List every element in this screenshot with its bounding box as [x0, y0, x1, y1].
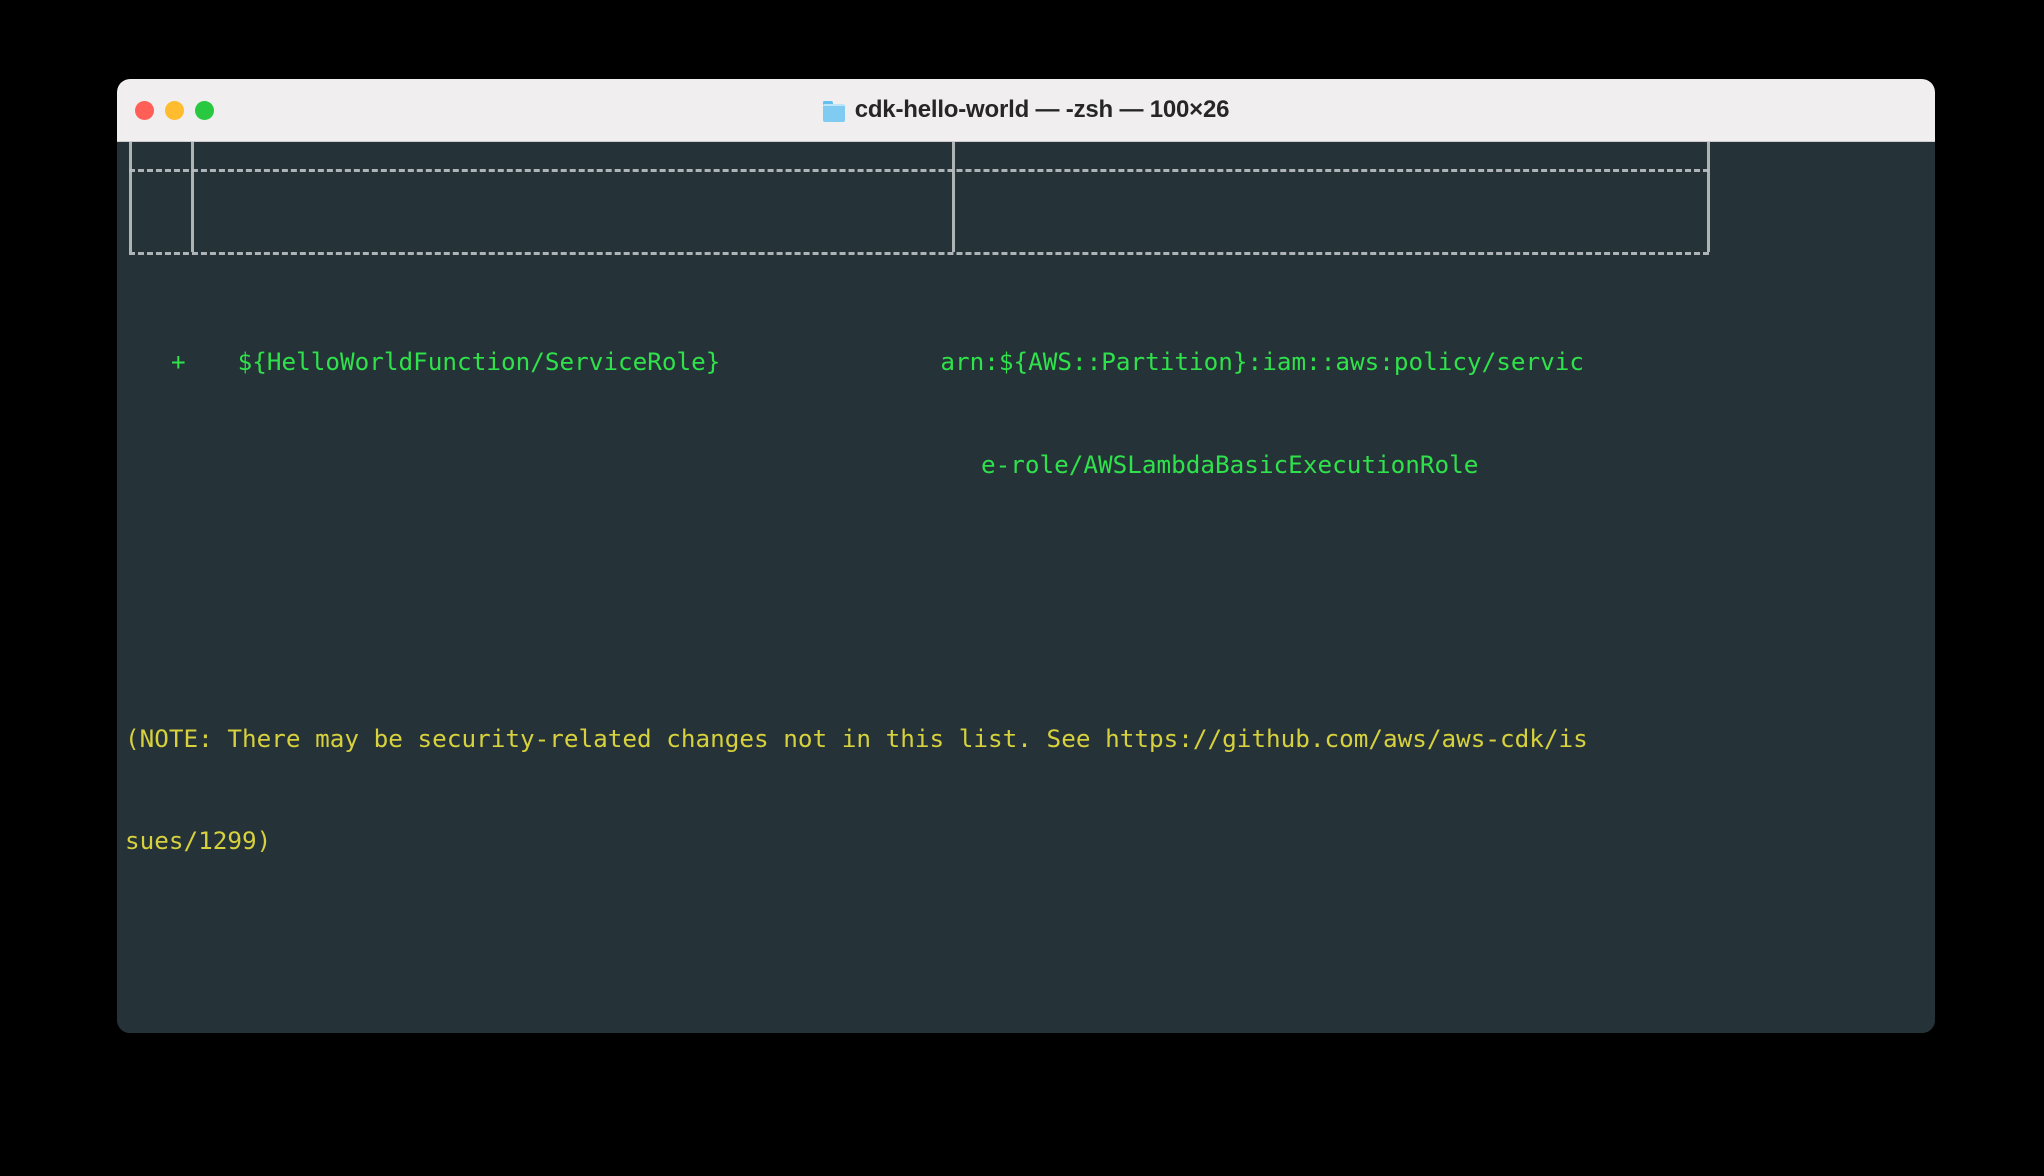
diff-resource-name: ${HelloWorldFunction/ServiceRole} [237, 347, 721, 377]
window-title-text: cdk-hello-world — -zsh — 100×26 [854, 96, 1230, 123]
terminal-line-blank-2 [125, 551, 1935, 585]
folder-icon [822, 100, 846, 122]
terminal-output: + ${HelloWorldFunction/ServiceRole} arn:${… [125, 142, 1935, 1033]
zoom-button[interactable] [195, 100, 214, 120]
window-controls[interactable] [135, 79, 214, 141]
title-bar[interactable]: cdk-hello-world — -zsh — 100×26 [117, 79, 1935, 142]
note-text-line1: (NOTE: There may be security-related cha… [125, 723, 1588, 753]
window-title: cdk-hello-world — -zsh — 100×26 [117, 96, 1935, 124]
terminal-body[interactable]: + ${HelloWorldFunction/ServiceRole} arn:${… [117, 142, 1935, 1033]
terminal-line-diff-row: + ${HelloWorldFunction/ServiceRole} arn:${… [125, 345, 1935, 379]
close-button[interactable] [135, 100, 154, 120]
minimize-button[interactable] [165, 100, 184, 120]
diff-change-marker: + [171, 347, 186, 377]
diff-policy-arn-part2: e-role/AWSLambdaBasicExecutionRole [981, 450, 1479, 479]
terminal-line-diff-row-cont: e-role/AWSLambdaBasicExecutionRole [125, 448, 1935, 482]
terminal-line-note-1: (NOTE: There may be security-related cha… [125, 722, 1935, 756]
terminal-line-blank-3 [125, 927, 1935, 961]
terminal-line-note-2: sues/1299) [125, 824, 1935, 858]
terminal-window[interactable]: cdk-hello-world — -zsh — 100×26 + ${Hello… [117, 79, 1935, 1033]
screen-background: cdk-hello-world — -zsh — 100×26 + ${Hello… [0, 0, 2044, 1176]
diff-policy-arn-part1: arn:${AWS::Partition}:iam::aws:policy/se… [940, 347, 1585, 377]
terminal-line-blank-1 [125, 243, 1935, 277]
note-text-line2: sues/1299) [125, 826, 272, 856]
